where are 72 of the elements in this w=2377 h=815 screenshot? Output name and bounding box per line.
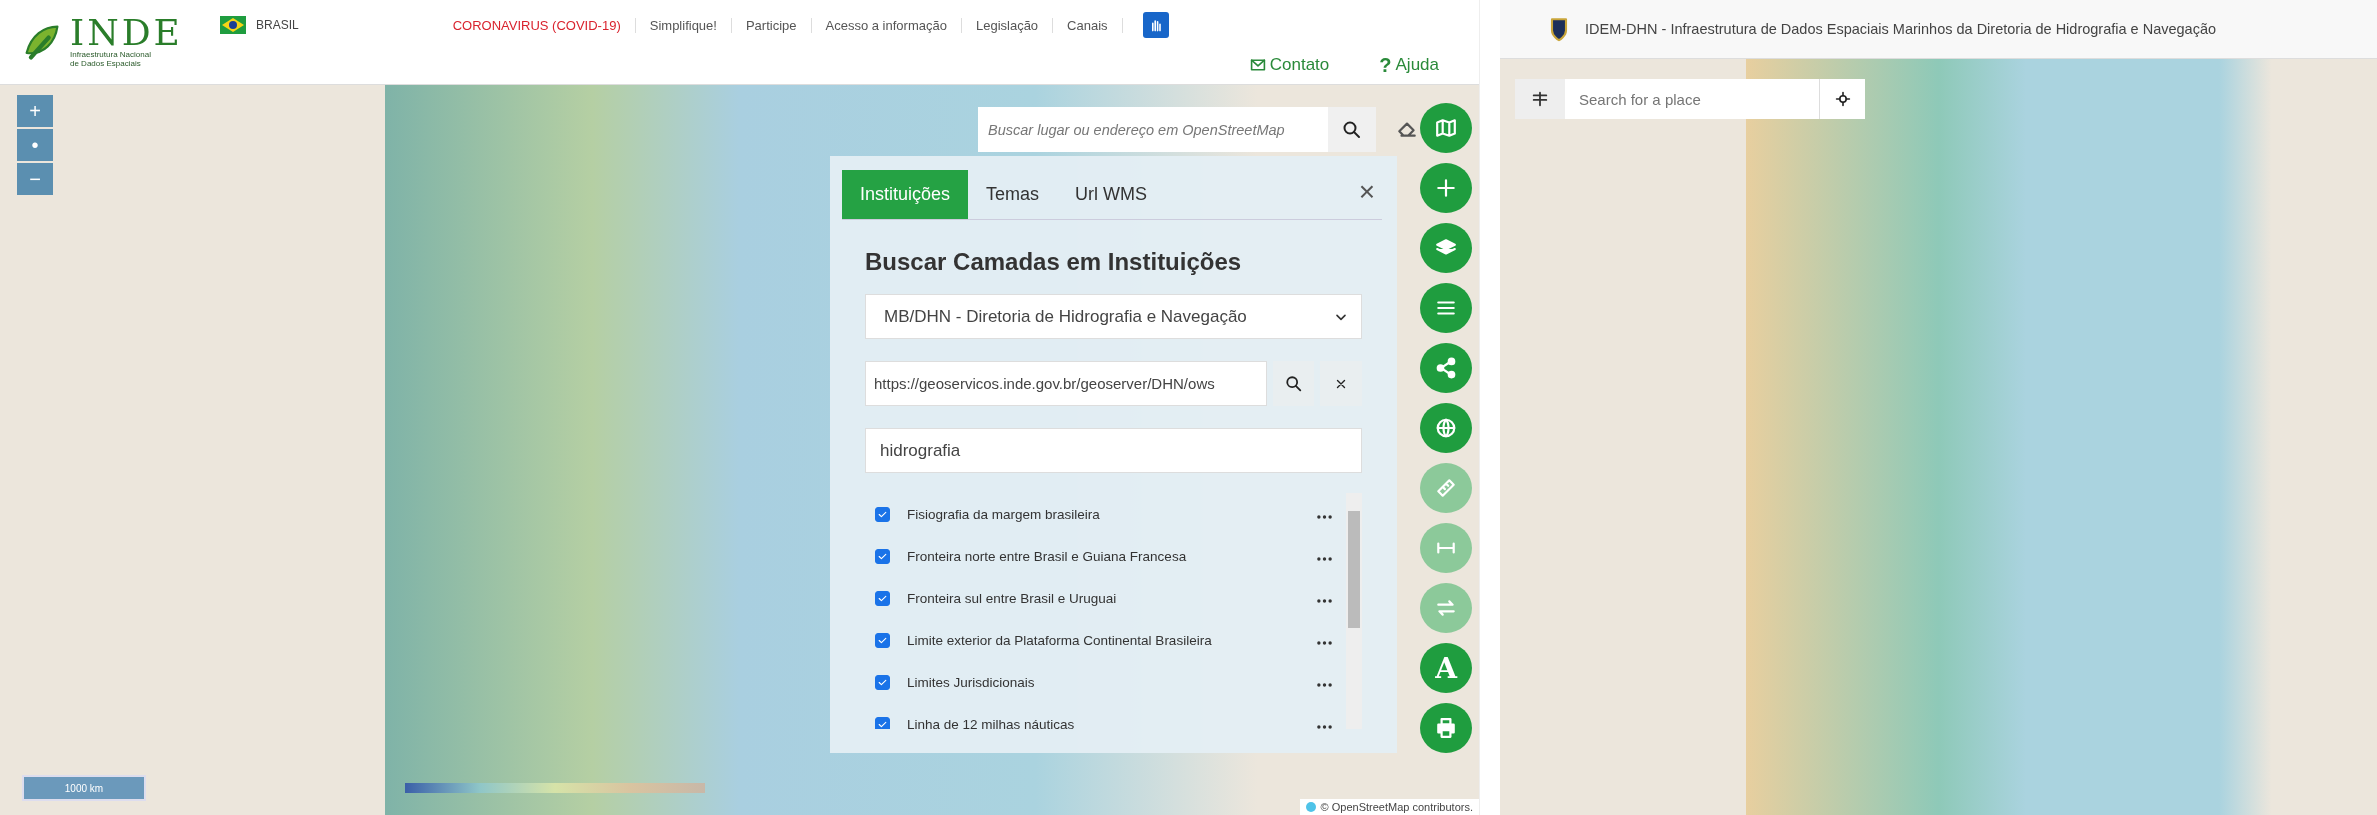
panel-tab[interactable]: Url WMS (1057, 170, 1166, 219)
nav-link[interactable]: CORONAVIRUS (COVID-19) (438, 17, 636, 33)
mail-icon (1249, 57, 1266, 73)
search-button[interactable] (1328, 107, 1376, 152)
text-tool-button[interactable]: A (1420, 643, 1472, 693)
locate-button[interactable] (1820, 79, 1865, 119)
list-button[interactable] (1420, 283, 1472, 333)
search-icon (1284, 374, 1303, 393)
place-search-field[interactable]: Search for a place (1565, 79, 1820, 119)
layer-checkbox[interactable] (875, 506, 890, 522)
globe-button[interactable] (1420, 403, 1472, 453)
crosshair-icon (1834, 91, 1851, 107)
keyword-field[interactable]: hidrografia (865, 428, 1362, 473)
globe-icon (1435, 417, 1457, 439)
plus-icon (1435, 177, 1457, 199)
country-label: BRASIL (256, 18, 299, 32)
info-dot-icon (1305, 802, 1316, 812)
app-title: IDEM-DHN - Infraestrutura de Dados Espaciais Marinhos da Diretoria de Hidrografia e Navegação (1585, 21, 2217, 37)
layer-name: Fronteira norte entre Brasil e Guiana Francesa (907, 548, 1188, 564)
filter-icon (1531, 90, 1549, 108)
dots-icon (1317, 556, 1332, 561)
nav-link[interactable]: Acesso a informação (811, 17, 962, 33)
layer-checkbox[interactable] (875, 548, 890, 564)
scrollbar[interactable] (1346, 493, 1362, 729)
layer-checkbox[interactable] (875, 674, 890, 690)
accessibility-button[interactable] (1142, 12, 1169, 38)
logo-text: INDE (70, 15, 183, 52)
dots-icon (1317, 514, 1332, 519)
ruler-icon (1435, 477, 1457, 499)
help-link[interactable]: ? Ajuda (1379, 53, 1439, 77)
url-field[interactable]: https://geoservicos.inde.gov.br/geoserver/DHN/ows (865, 361, 1267, 406)
dots-icon (1317, 724, 1332, 729)
search-icon (1342, 119, 1362, 140)
printer-icon (1435, 717, 1457, 739)
nav-link[interactable]: Simplifique! (635, 17, 732, 33)
layer-checkbox[interactable] (875, 716, 890, 729)
share-icon (1435, 357, 1457, 379)
swap-icon (1435, 597, 1457, 619)
dots-icon (1317, 682, 1332, 687)
map-search-field[interactable]: Buscar lugar ou endereço em OpenStreetMap (978, 107, 1328, 152)
dots-icon (1317, 640, 1332, 645)
dots-icon (1317, 598, 1332, 603)
nav-link[interactable]: Participe (731, 17, 812, 33)
zoom-button[interactable]: − (17, 163, 53, 195)
scale-bar: 1000 km (22, 775, 146, 801)
layers-button[interactable] (1420, 223, 1472, 273)
map-attribution: © OpenStreetMap contributors. (1299, 799, 1479, 815)
layer-name: Fisiografia da margem brasileira (907, 506, 1101, 522)
share-button[interactable] (1420, 343, 1472, 393)
plus-button[interactable] (1420, 163, 1472, 213)
layer-name: Linha de 12 milhas náuticas (907, 716, 1076, 729)
nav-link[interactable]: Legislação (961, 17, 1054, 33)
logo-subtitle: Infraestrutura Nacional de Dados Espaciais (70, 51, 152, 69)
contact-link[interactable]: Contato (1249, 55, 1330, 75)
panel-tab[interactable]: Temas (968, 170, 1058, 219)
layer-name: Fronteira sul entre Brasil e Uruguai (907, 590, 1118, 606)
search-button[interactable] (1272, 361, 1315, 406)
nav-link[interactable]: Canais (1053, 17, 1123, 33)
close-button[interactable]: × (1358, 176, 1375, 208)
layer-checkbox[interactable] (875, 590, 890, 606)
map-button[interactable] (1420, 103, 1472, 153)
layer-checkbox[interactable] (875, 632, 890, 648)
filter-button[interactable] (1515, 79, 1565, 119)
layer-name: Limites Jurisdicionais (907, 674, 1036, 690)
flag-icon (220, 16, 246, 34)
print-button[interactable] (1420, 703, 1472, 753)
institution-dropdown[interactable]: MB/DHN - Diretoria de Hidrografia e Navegação (865, 294, 1362, 339)
zoom-button[interactable]: + (17, 95, 53, 127)
panel-title: Buscar Camadas em Instituições (865, 248, 1243, 276)
map-icon (1435, 117, 1457, 139)
zoom-button[interactable]: • (17, 129, 53, 161)
layer-name: Limite exterior da Plataforma Continental Brasileira (907, 632, 1213, 648)
